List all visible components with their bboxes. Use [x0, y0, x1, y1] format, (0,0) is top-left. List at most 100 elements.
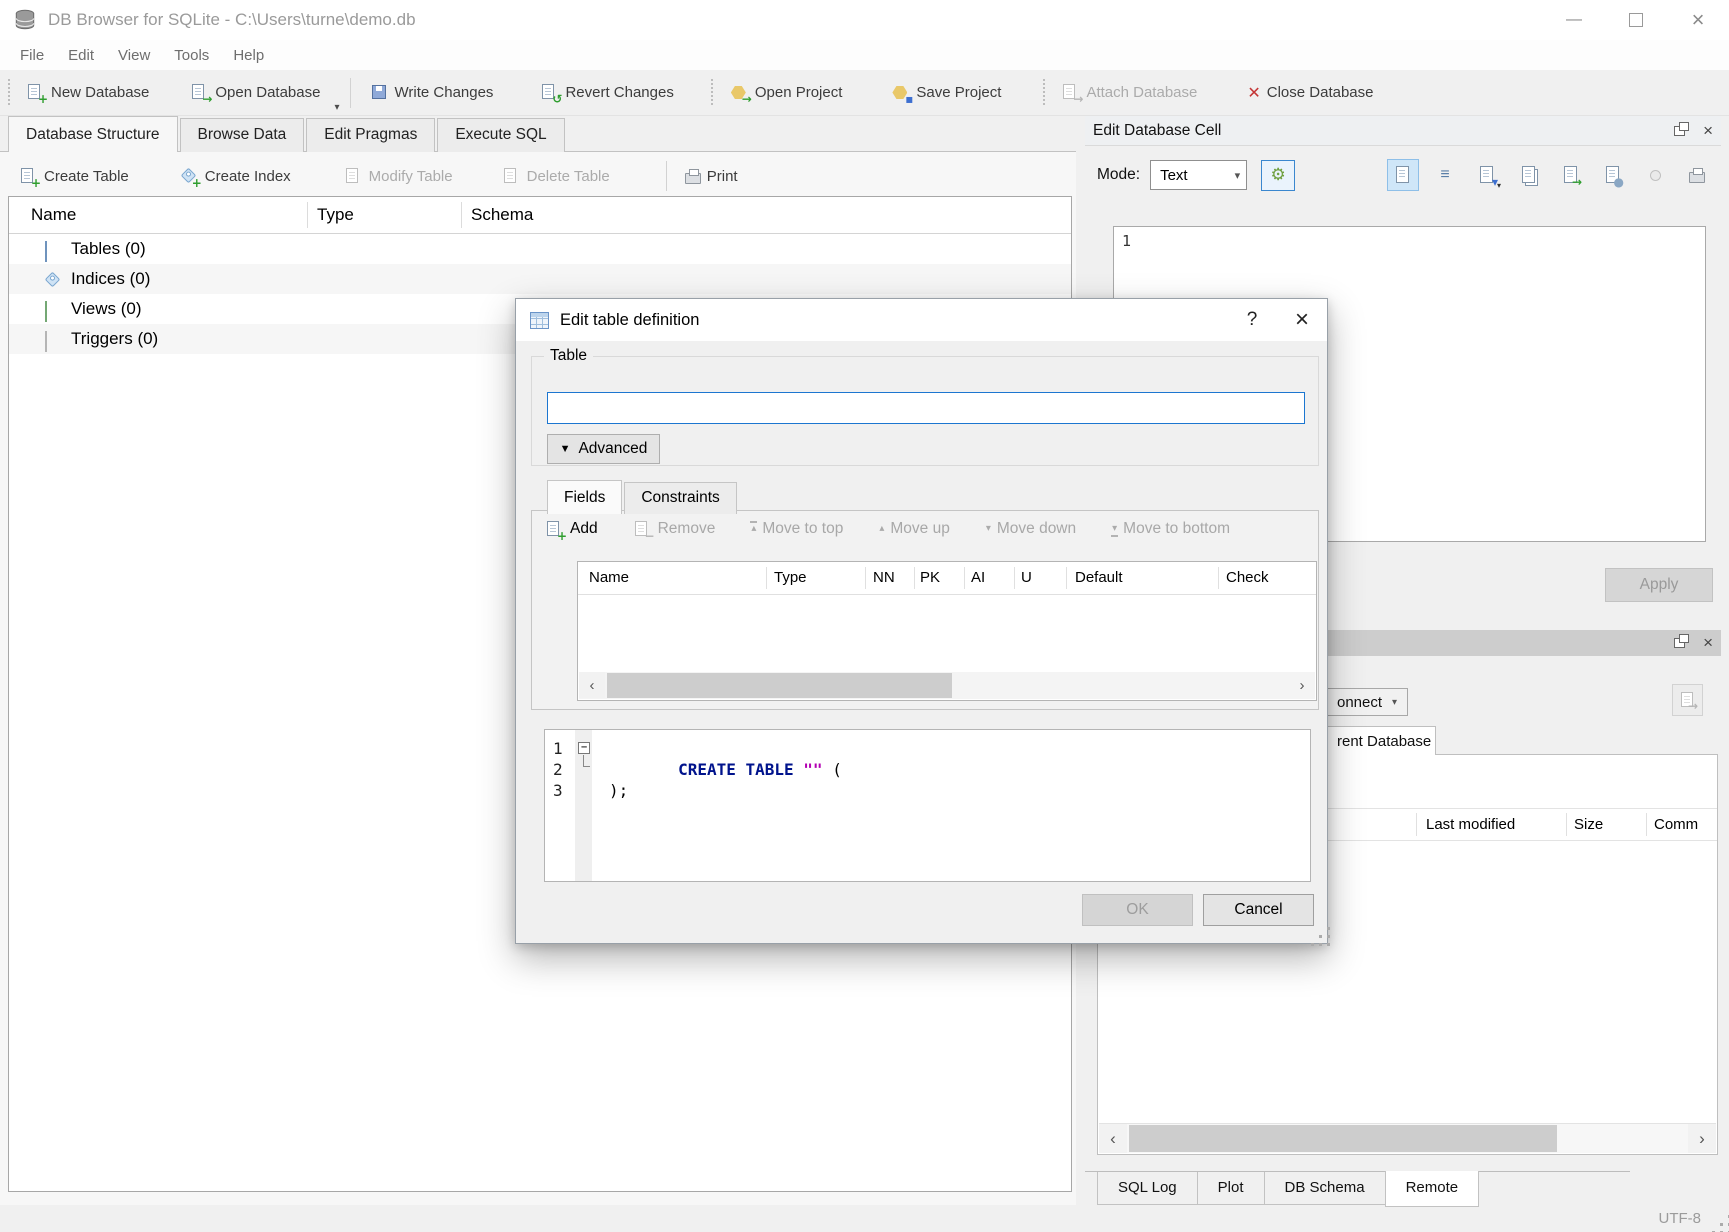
- tab-constraints[interactable]: Constraints: [624, 482, 736, 514]
- tree-column-schema[interactable]: Schema: [471, 205, 533, 225]
- auto-switch-mode-button[interactable]: ⚙: [1261, 160, 1295, 191]
- print-cell-button[interactable]: [1681, 159, 1713, 191]
- modify-table-icon: [345, 168, 363, 185]
- import-data-button[interactable]: ▾▾: [1471, 159, 1503, 191]
- toolbar-grip[interactable]: [6, 79, 11, 107]
- fields-action-bar: + Add − Remove ▴ Move to top ▴ Move up ▾: [546, 520, 1230, 538]
- fold-marker-icon[interactable]: −: [578, 742, 590, 754]
- maximize-icon: [1629, 13, 1643, 27]
- close-database-button[interactable]: ✕ Close Database: [1237, 78, 1383, 107]
- menu-tools[interactable]: Tools: [162, 43, 221, 68]
- advanced-button[interactable]: ▼ Advanced: [547, 434, 660, 464]
- apply-button[interactable]: Apply: [1605, 568, 1713, 602]
- tab-sql-log[interactable]: SQL Log: [1097, 1172, 1198, 1205]
- scroll-left-icon[interactable]: ‹: [579, 672, 605, 698]
- open-project-button[interactable]: → Open Project: [721, 78, 853, 107]
- field-column-check[interactable]: Check: [1226, 569, 1269, 586]
- dialog-resize-grip[interactable]: [1319, 935, 1322, 938]
- export-data-button[interactable]: [1513, 159, 1545, 191]
- tab-fields[interactable]: Fields: [547, 480, 622, 514]
- tab-execute-sql[interactable]: Execute SQL: [437, 118, 564, 152]
- new-database-button[interactable]: + New Database: [17, 78, 159, 107]
- text-view-button[interactable]: [1387, 159, 1419, 191]
- tree-column-name[interactable]: Name: [31, 205, 76, 225]
- field-column-u[interactable]: U: [1021, 569, 1032, 586]
- close-panel-icon[interactable]: ×: [1703, 636, 1713, 650]
- null-icon: [1650, 170, 1661, 181]
- float-panel-icon[interactable]: [1674, 126, 1685, 136]
- toolbar-grip[interactable]: [710, 79, 715, 107]
- menu-help[interactable]: Help: [221, 43, 276, 68]
- close-button[interactable]: ×: [1667, 0, 1729, 40]
- tab-db-schema[interactable]: DB Schema: [1264, 1172, 1386, 1205]
- tree-row-indices[interactable]: Indices (0): [9, 264, 1071, 294]
- open-in-external-button[interactable]: →: [1555, 159, 1587, 191]
- ok-button[interactable]: OK: [1082, 894, 1193, 926]
- column-commit[interactable]: Comm: [1654, 816, 1698, 833]
- revert-changes-button[interactable]: ↺ Revert Changes: [531, 78, 683, 107]
- field-column-nn[interactable]: NN: [873, 569, 895, 586]
- move-down-button[interactable]: ▾ Move down: [986, 520, 1076, 538]
- mode-select[interactable]: Text ▾: [1150, 160, 1247, 190]
- print-button[interactable]: Print: [677, 162, 746, 191]
- field-column-name[interactable]: Name: [589, 569, 629, 586]
- remove-field-button[interactable]: − Remove: [634, 520, 716, 538]
- save-project-button[interactable]: ▪ Save Project: [882, 78, 1011, 107]
- tree-column-type[interactable]: Type: [317, 205, 354, 225]
- maximize-button[interactable]: [1605, 0, 1667, 40]
- write-changes-button[interactable]: Write Changes: [361, 78, 504, 107]
- scrollbar-thumb[interactable]: [607, 673, 952, 698]
- attach-database-button[interactable]: → Attach Database: [1052, 78, 1207, 107]
- window-resize-grip[interactable]: [1720, 1223, 1723, 1226]
- scroll-left-icon[interactable]: ‹: [1099, 1124, 1127, 1153]
- tab-browse-data[interactable]: Browse Data: [180, 118, 305, 152]
- menu-file[interactable]: File: [8, 43, 56, 68]
- app-db-icon[interactable]: [12, 7, 38, 33]
- sql-preview: 1 2 3 − CREATE TABLE "" ( );: [544, 729, 1311, 882]
- create-index-button[interactable]: + Create Index: [173, 162, 299, 191]
- tab-plot[interactable]: Plot: [1197, 1172, 1265, 1205]
- delete-table-button[interactable]: Delete Table: [495, 162, 618, 191]
- remove-icon: −: [634, 521, 652, 538]
- move-to-bottom-button[interactable]: ▾ Move to bottom: [1112, 520, 1230, 538]
- scrollbar-thumb[interactable]: [1129, 1125, 1557, 1152]
- triangle-down-icon: ▼: [560, 443, 571, 455]
- open-external-icon: →: [1563, 166, 1579, 184]
- tab-remote[interactable]: Remote: [1385, 1171, 1480, 1207]
- float-panel-icon[interactable]: [1674, 638, 1685, 648]
- tree-row-tables[interactable]: Tables (0): [9, 234, 1071, 264]
- field-column-pk[interactable]: PK: [920, 569, 940, 586]
- open-database-dropdown[interactable]: ▾: [334, 102, 339, 115]
- minimize-button[interactable]: —: [1543, 0, 1605, 40]
- dialog-close-button[interactable]: ×: [1277, 299, 1327, 341]
- field-column-default[interactable]: Default: [1075, 569, 1123, 586]
- create-table-icon: +: [20, 168, 38, 185]
- dialog-help-button[interactable]: ?: [1227, 299, 1277, 341]
- move-up-button[interactable]: ▴ Move up: [879, 520, 949, 538]
- tab-edit-pragmas[interactable]: Edit Pragmas: [306, 118, 435, 152]
- word-wrap-button[interactable]: ≡: [1429, 159, 1461, 191]
- menu-view[interactable]: View: [106, 43, 162, 68]
- cancel-button[interactable]: Cancel: [1203, 894, 1314, 926]
- scroll-right-icon[interactable]: ›: [1289, 672, 1315, 698]
- field-column-ai[interactable]: AI: [971, 569, 985, 586]
- move-to-top-button[interactable]: ▴ Move to top: [751, 520, 843, 538]
- modify-table-button[interactable]: Modify Table: [337, 162, 461, 191]
- table-name-input[interactable]: [547, 392, 1305, 424]
- open-url-button[interactable]: ●: [1597, 159, 1629, 191]
- tab-database-structure[interactable]: Database Structure: [8, 116, 178, 152]
- create-table-button[interactable]: + Create Table: [12, 162, 137, 191]
- remote-upload-button[interactable]: →: [1672, 684, 1703, 716]
- column-last-modified[interactable]: Last modified: [1426, 816, 1515, 833]
- close-panel-icon[interactable]: ×: [1703, 124, 1713, 138]
- open-database-button[interactable]: → Open Database: [181, 78, 330, 107]
- menu-edit[interactable]: Edit: [56, 43, 106, 68]
- add-field-button[interactable]: + Add: [546, 520, 598, 538]
- fields-horizontal-scrollbar: ‹ ›: [579, 672, 1315, 699]
- toolbar-grip[interactable]: [1041, 79, 1046, 107]
- field-column-type[interactable]: Type: [774, 569, 807, 586]
- column-size[interactable]: Size: [1574, 816, 1603, 833]
- set-null-button[interactable]: [1639, 159, 1671, 191]
- close-database-icon: ✕: [1247, 85, 1260, 101]
- scroll-right-icon[interactable]: ›: [1688, 1124, 1716, 1153]
